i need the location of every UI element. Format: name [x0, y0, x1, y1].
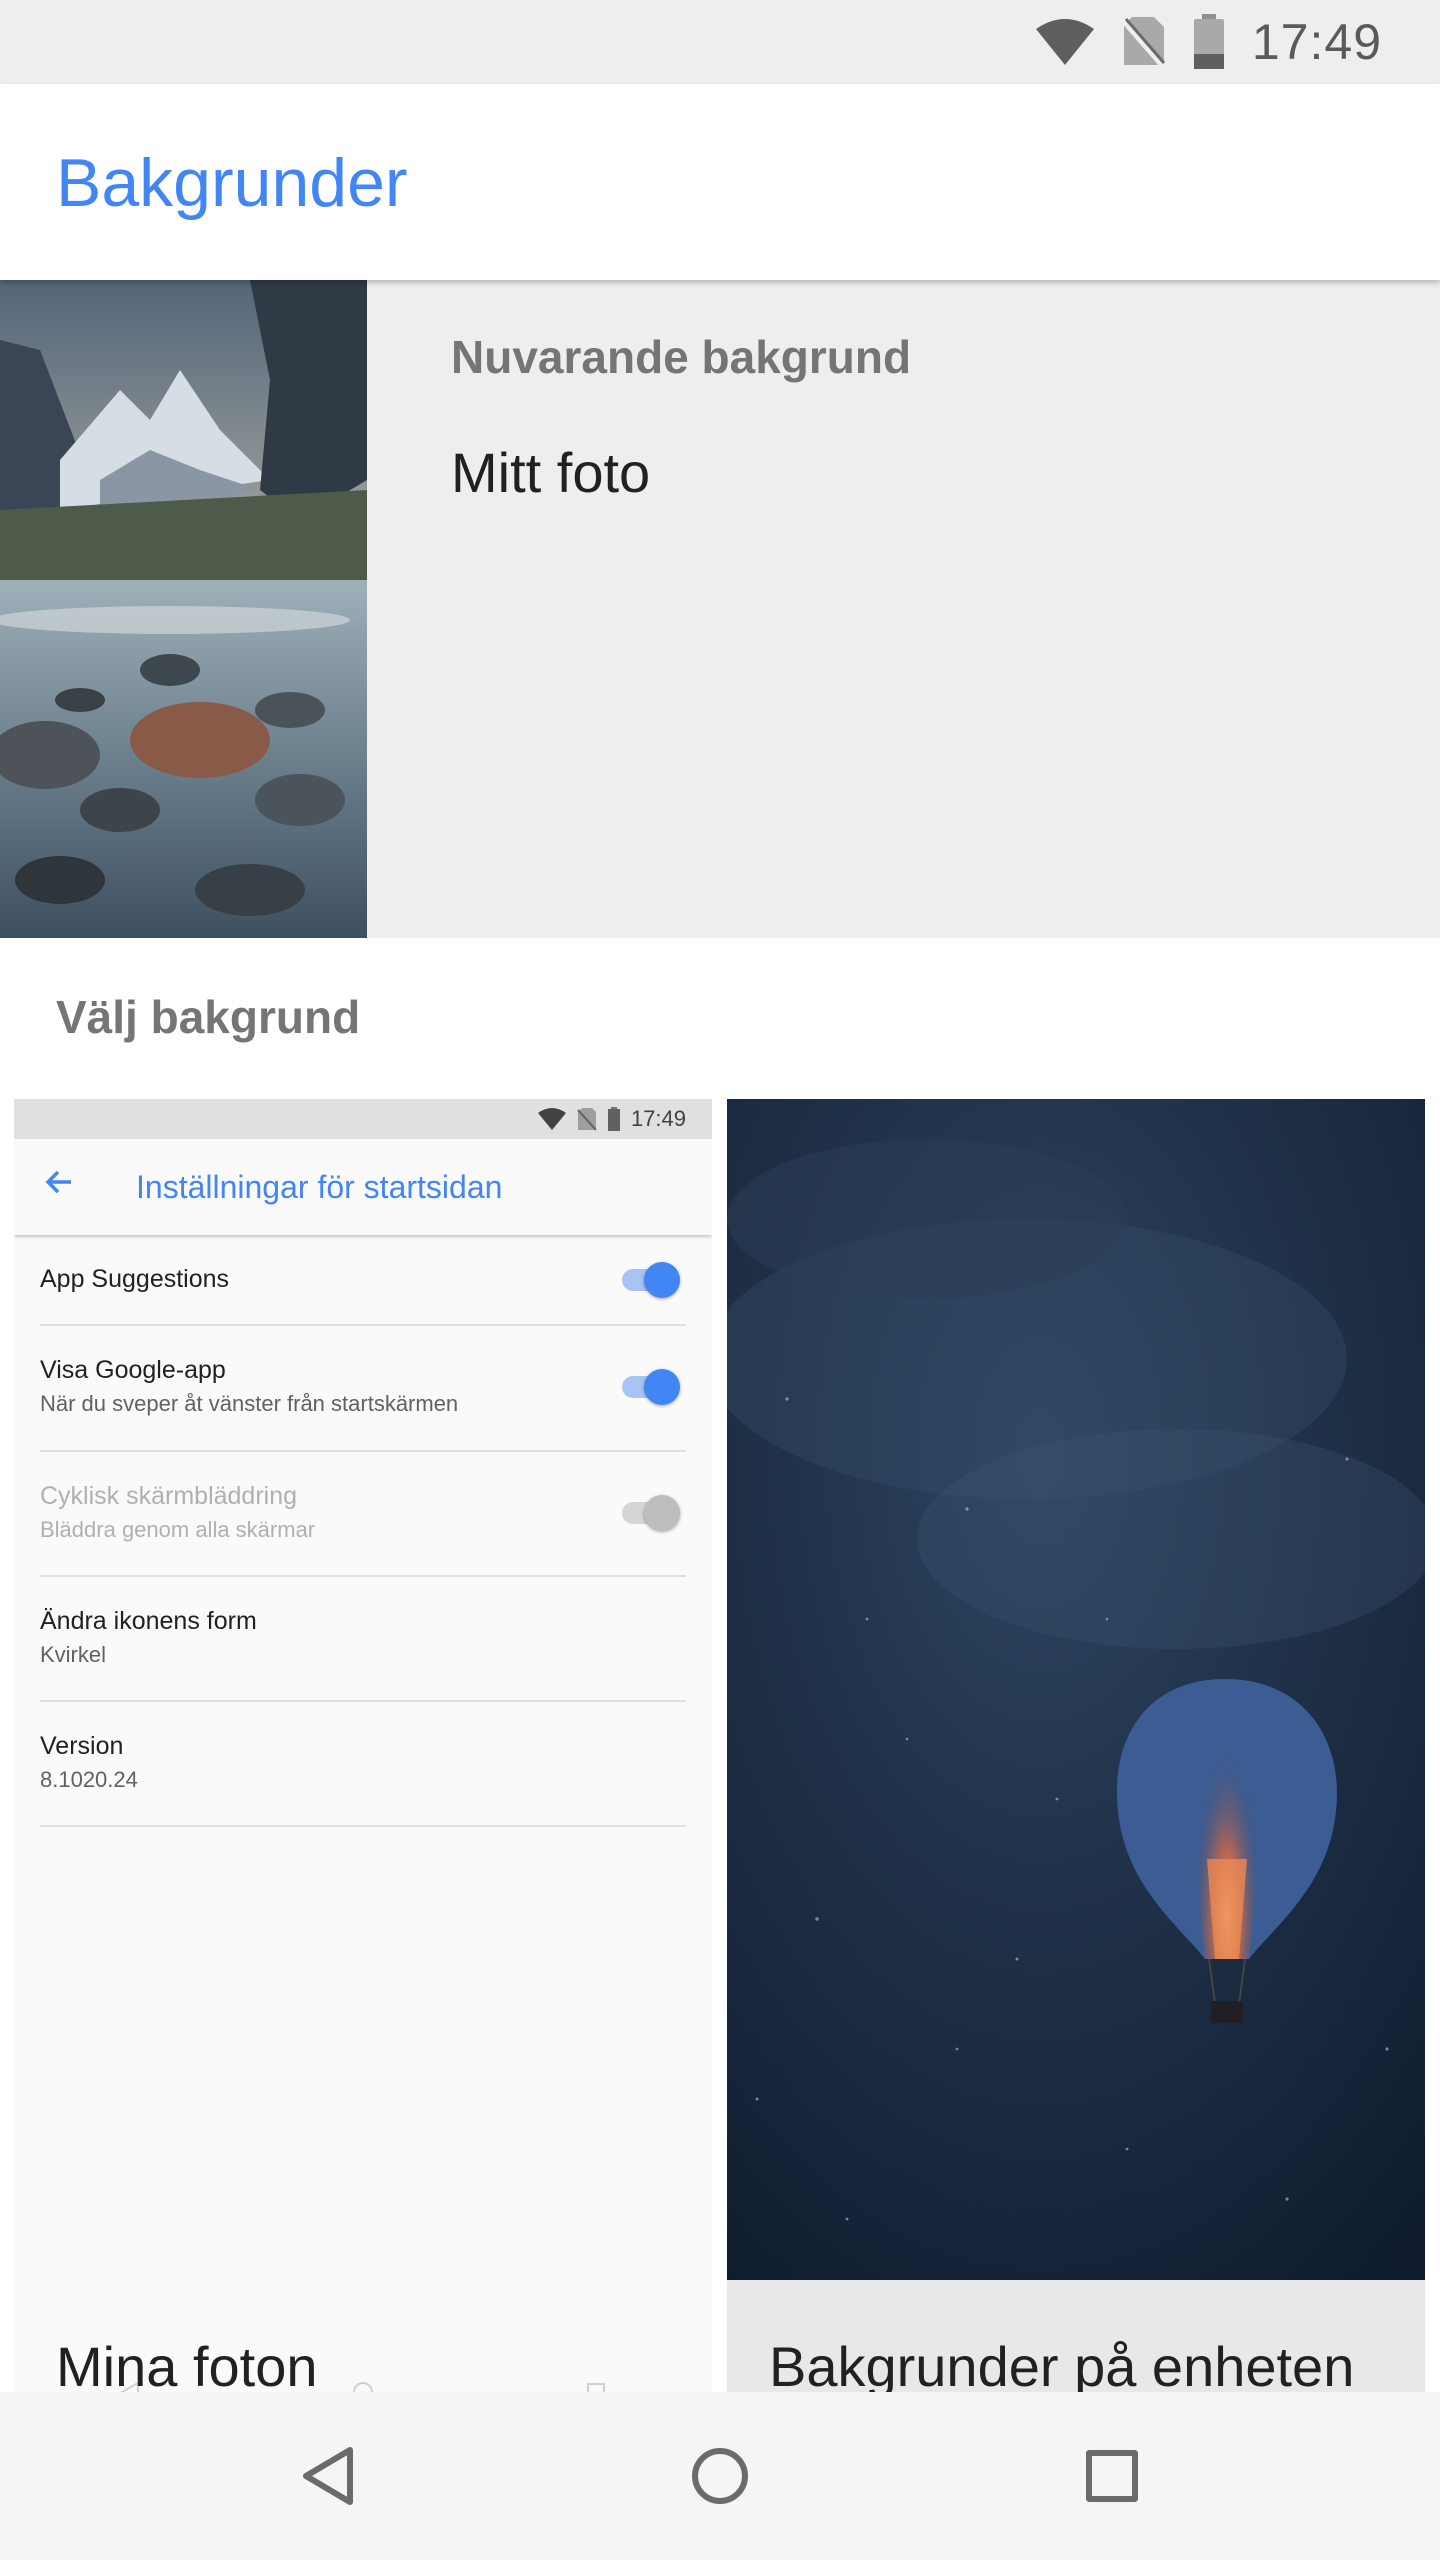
current-wallpaper-section: Nuvarande bakgrund Mitt foto [0, 280, 1440, 938]
recents-button[interactable] [1042, 2392, 1182, 2560]
recents-icon [1086, 2450, 1138, 2502]
status-bar: 17:49 [0, 0, 1440, 84]
back-arrow-icon [45, 1170, 71, 1194]
home-icon [692, 2448, 748, 2504]
balloon-image [727, 1099, 1425, 2280]
list-item: Ändra ikonens form Kvirkel [40, 1577, 686, 1702]
list-item: App Suggestions [40, 1235, 686, 1326]
list-item: Cyklisk skärmbläddring Bläddra genom all… [40, 1452, 686, 1577]
status-icons: 17:49 [1034, 0, 1382, 84]
no-sim-icon [577, 1108, 597, 1131]
preview-settings-list: App Suggestions Visa Google-app När du s… [14, 1235, 712, 1827]
preview-status-time: 17:49 [630, 1106, 686, 1131]
home-button[interactable] [650, 2392, 790, 2560]
toggle-switch [622, 1366, 680, 1406]
list-item: Version 8.1020.24 [40, 1702, 686, 1827]
toggle-switch [622, 1259, 680, 1299]
back-button[interactable] [258, 2392, 398, 2560]
wifi-icon [537, 1108, 566, 1130]
battery-icon [607, 1107, 620, 1131]
preview-title: Inställningar för startsidan [136, 1169, 503, 1205]
toggle-switch [622, 1492, 680, 1532]
recents-icon [586, 2383, 605, 2392]
app-bar: Bakgrunder [0, 84, 1440, 280]
page-title: Bakgrunder [56, 145, 408, 221]
device-wallpapers-label: Bakgrunder på enheten [769, 2335, 1355, 2392]
battery-icon [1193, 14, 1224, 69]
current-wallpaper-label: Nuvarande bakgrund [451, 331, 912, 383]
wifi-icon [1035, 19, 1094, 65]
choose-wallpaper-label: Välj bakgrund [56, 991, 361, 1043]
home-icon [352, 2382, 373, 2392]
my-photos-tile[interactable]: 17:49 Inställningar för startsidan App S… [14, 1099, 712, 2280]
list-item: Visa Google-app När du sveper åt vänster… [40, 1326, 686, 1452]
preview-app-bar: Inställningar för startsidan [14, 1139, 712, 1235]
status-time: 17:49 [1251, 14, 1382, 70]
landscape-image [0, 280, 367, 938]
no-sim-icon [1121, 17, 1166, 69]
preview-nav-bar [14, 2380, 712, 2392]
current-wallpaper-name: Mitt foto [451, 441, 651, 504]
choose-wallpaper-section: Välj bakgrund 17:49 Inställningar för st… [0, 938, 1440, 2392]
device-wallpapers-caption-area[interactable]: Bakgrunder på enheten [727, 2280, 1425, 2392]
my-photos-caption-area[interactable]: Mina foton [14, 2280, 712, 2392]
current-wallpaper-thumbnail[interactable] [0, 280, 367, 938]
navigation-bar [0, 2392, 1440, 2560]
back-icon [303, 2447, 353, 2505]
device-wallpapers-tile[interactable] [727, 1099, 1425, 2280]
preview-status-bar: 17:49 [14, 1099, 712, 1139]
back-icon [120, 2381, 140, 2392]
